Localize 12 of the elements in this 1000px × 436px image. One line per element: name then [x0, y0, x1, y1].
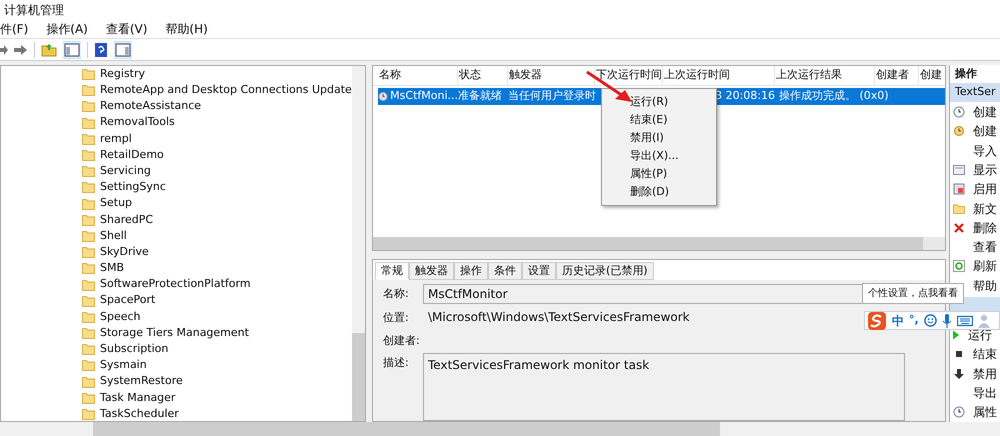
field-label: 名称: — [382, 286, 410, 302]
field-label: 位置: — [382, 310, 410, 326]
table-cell-text: 操作成功完成。 (0x0) — [778, 88, 890, 104]
actions-title: 操作 — [954, 66, 978, 82]
table-cell-text: MsCtfMoni... — [390, 88, 458, 104]
field-label: 描述: — [382, 355, 410, 371]
table-cell-text: 准备就绪 — [458, 88, 503, 104]
field-label: 创建者: — [382, 332, 421, 349]
tooltip: 个性设置，点我看看 — [862, 283, 964, 304]
field-value: \Microsoft\Windows\TextServicesFramework — [427, 309, 690, 326]
table-cell-text: 当任何用户登录时 — [508, 88, 595, 104]
window-title: 计算机管理 — [4, 2, 64, 18]
